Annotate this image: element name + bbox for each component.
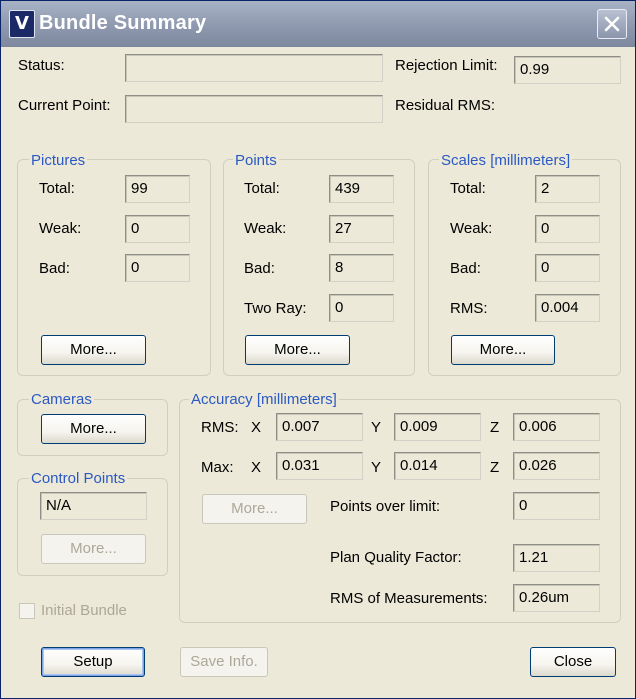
scales-weak-label: Weak: <box>450 220 493 237</box>
current-point-field <box>125 95 383 123</box>
title-bar[interactable]: V Bundle Summary <box>1 1 635 47</box>
rms-of-measurements-label: RMS of Measurements: <box>330 590 488 607</box>
accuracy-max-label: Max: <box>201 459 234 476</box>
accuracy-max-y-label: Y <box>371 459 382 476</box>
current-point-label: Current Point: <box>18 97 111 114</box>
rejection-limit-field[interactable]: 0.99 <box>514 56 621 84</box>
app-logo-icon: V <box>9 10 35 38</box>
accuracy-max-x-field: 0.031 <box>276 452 363 480</box>
scales-rms-field: 0.004 <box>535 294 600 322</box>
plan-quality-factor-field: 1.21 <box>513 544 600 572</box>
accuracy-rms-z-label: Z <box>490 419 500 436</box>
cameras-more-button[interactable]: More... <box>41 414 146 444</box>
points-weak-field: 27 <box>329 215 394 243</box>
setup-button[interactable]: Setup <box>41 647 145 677</box>
scales-total-field: 2 <box>535 175 600 203</box>
points-total-field: 439 <box>329 175 394 203</box>
pictures-weak-field: 0 <box>125 215 190 243</box>
rms-of-measurements-field: 0.26um <box>513 584 600 612</box>
points-tworay-label: Two Ray: <box>244 300 307 317</box>
pictures-total-label: Total: <box>39 180 75 197</box>
control-points-legend: Control Points <box>29 470 128 487</box>
cameras-legend: Cameras <box>29 391 94 408</box>
points-legend: Points <box>233 152 279 169</box>
window-title: Bundle Summary <box>39 12 207 34</box>
initial-bundle-label: Initial Bundle <box>41 602 127 619</box>
accuracy-max-x-label: X <box>251 459 262 476</box>
accuracy-max-z-field: 0.026 <box>513 452 600 480</box>
scales-rms-label: RMS: <box>450 300 488 317</box>
accuracy-rms-y-field: 0.009 <box>394 413 481 441</box>
accuracy-legend: Accuracy [millimeters] <box>189 391 339 408</box>
control-points-more-button[interactable]: More... <box>41 534 146 564</box>
pictures-bad-field: 0 <box>125 254 190 282</box>
scales-more-button[interactable]: More... <box>451 335 555 365</box>
points-tworay-field: 0 <box>329 294 394 322</box>
scales-total-label: Total: <box>450 180 486 197</box>
accuracy-more-button[interactable]: More... <box>202 494 307 524</box>
accuracy-rms-x-field: 0.007 <box>276 413 363 441</box>
pictures-more-button[interactable]: More... <box>41 335 146 365</box>
pictures-total-field: 99 <box>125 175 190 203</box>
close-button[interactable]: Close <box>530 647 616 677</box>
scales-bad-field: 0 <box>535 254 600 282</box>
dialog-body: Status: Current Point: Rejection Limit: … <box>1 47 635 698</box>
points-over-limit-field: 0 <box>513 492 600 520</box>
save-info-button[interactable]: Save Info. <box>180 647 268 677</box>
accuracy-rms-x-label: X <box>251 419 262 436</box>
control-points-field: N/A <box>40 492 147 520</box>
scales-bad-label: Bad: <box>450 260 481 277</box>
scales-weak-field: 0 <box>535 215 600 243</box>
accuracy-rms-label: RMS: <box>201 419 239 436</box>
status-field <box>125 54 383 82</box>
points-more-button[interactable]: More... <box>245 335 350 365</box>
rejection-limit-label: Rejection Limit: <box>395 57 498 74</box>
initial-bundle-checkbox[interactable] <box>19 603 35 619</box>
bundle-summary-window: V Bundle Summary Status: Current Point: … <box>0 0 636 699</box>
points-bad-label: Bad: <box>244 260 275 277</box>
points-weak-label: Weak: <box>244 220 287 237</box>
close-icon <box>604 16 620 32</box>
plan-quality-factor-label: Plan Quality Factor: <box>330 549 462 566</box>
status-label: Status: <box>18 57 65 74</box>
points-bad-field: 8 <box>329 254 394 282</box>
window-close-button[interactable] <box>597 9 627 39</box>
points-over-limit-label: Points over limit: <box>330 498 441 515</box>
scales-legend: Scales [millimeters] <box>439 152 573 169</box>
accuracy-rms-z-field: 0.006 <box>513 413 600 441</box>
pictures-weak-label: Weak: <box>39 220 82 237</box>
residual-rms-label: Residual RMS: <box>395 97 496 114</box>
accuracy-rms-y-label: Y <box>371 419 382 436</box>
pictures-legend: Pictures <box>29 152 88 169</box>
points-total-label: Total: <box>244 180 280 197</box>
accuracy-max-y-field: 0.014 <box>394 452 481 480</box>
pictures-bad-label: Bad: <box>39 260 70 277</box>
accuracy-max-z-label: Z <box>490 459 500 476</box>
